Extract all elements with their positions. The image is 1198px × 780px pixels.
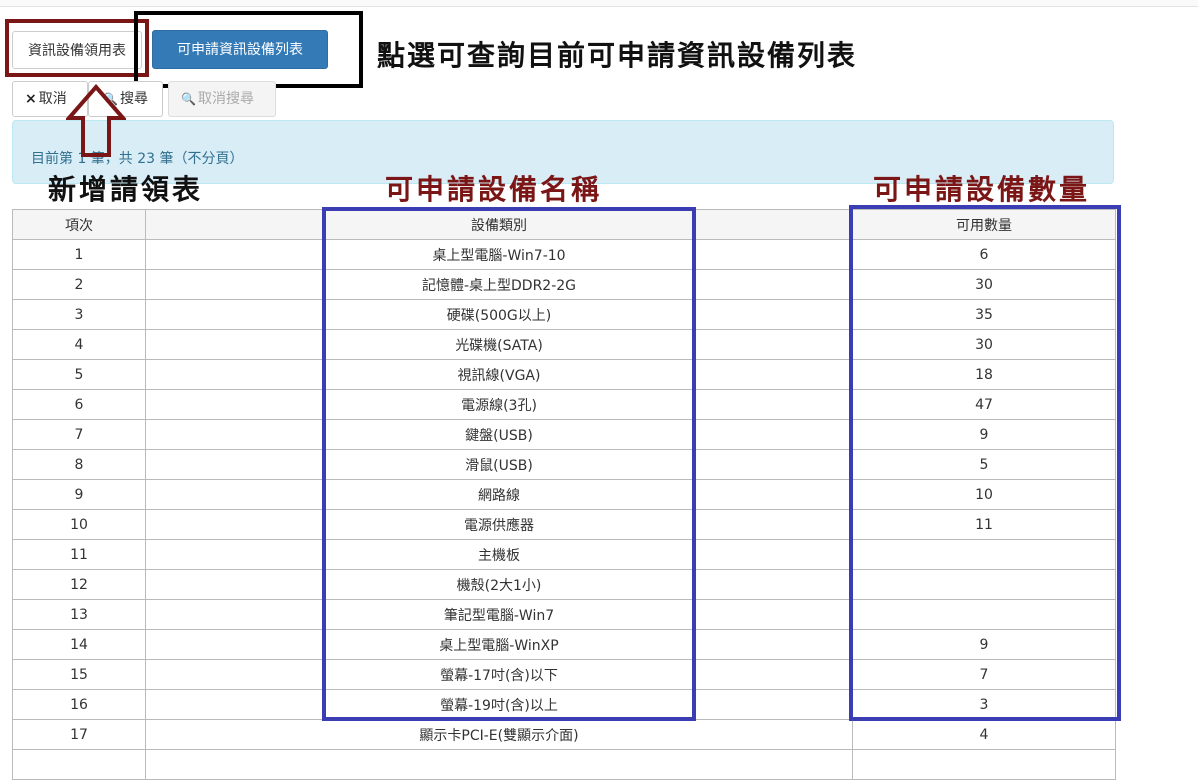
arrow-up-icon xyxy=(66,84,126,157)
available-qty: 10 xyxy=(852,479,1116,510)
column-header-available-qty[interactable]: 可用數量 xyxy=(852,209,1116,240)
table-row[interactable]: 7 鍵盤(USB) 9 xyxy=(12,419,1116,450)
row-number: 6 xyxy=(12,389,146,420)
equipment-name xyxy=(145,749,853,780)
table-row[interactable]: 11 主機板 xyxy=(12,539,1116,570)
paging-info-text: 目前第 1 筆，共 23 筆（不分頁） xyxy=(31,151,244,167)
available-qty: 30 xyxy=(852,329,1116,360)
row-number: 3 xyxy=(12,299,146,330)
top-border xyxy=(0,0,1198,7)
table-row[interactable]: 13 筆記型電腦-Win7 xyxy=(12,599,1116,630)
equipment-name: 記憶體-桌上型DDR2-2G xyxy=(145,269,853,300)
table-row[interactable]: 4 光碟機(SATA) 30 xyxy=(12,329,1116,360)
row-number: 14 xyxy=(12,629,146,660)
available-qty: 7 xyxy=(852,659,1116,690)
close-icon: × xyxy=(25,91,37,107)
row-number: 15 xyxy=(12,659,146,690)
equipment-name: 鍵盤(USB) xyxy=(145,419,853,450)
available-qty: 6 xyxy=(852,239,1116,270)
clear-search-label: 取消搜尋 xyxy=(197,91,254,107)
equipment-name: 顯示卡PCI-E(雙顯示介面) xyxy=(145,719,853,750)
table-row[interactable]: 3 硬碟(500G以上) 35 xyxy=(12,299,1116,330)
row-number: 8 xyxy=(12,449,146,480)
row-number: 5 xyxy=(12,359,146,390)
available-qty: 30 xyxy=(852,269,1116,300)
quantity-column-annotation: 可申請設備數量 xyxy=(873,173,1091,206)
available-qty xyxy=(852,569,1116,600)
available-qty: 9 xyxy=(852,629,1116,660)
table-row[interactable]: 17 顯示卡PCI-E(雙顯示介面) 4 xyxy=(12,719,1116,750)
row-number: 12 xyxy=(12,569,146,600)
row-number: 9 xyxy=(12,479,146,510)
table-row[interactable]: 10 電源供應器 11 xyxy=(12,509,1116,540)
column-header-no[interactable]: 項次 xyxy=(12,209,146,240)
equipment-name: 螢幕-19吋(含)以上 xyxy=(145,689,853,720)
apply-form-highlight-box xyxy=(5,19,149,77)
row-number: 1 xyxy=(12,239,146,270)
row-number: 11 xyxy=(12,539,146,570)
row-number: 13 xyxy=(12,599,146,630)
available-qty: 3 xyxy=(852,689,1116,720)
available-qty xyxy=(852,599,1116,630)
table-row[interactable]: 6 電源線(3孔) 47 xyxy=(12,389,1116,420)
table-header-row: 項次 設備類別 可用數量 xyxy=(12,209,1116,240)
table-row[interactable]: 8 滑鼠(USB) 5 xyxy=(12,449,1116,480)
table-row[interactable]: 15 螢幕-17吋(含)以下 7 xyxy=(12,659,1116,690)
row-number: 17 xyxy=(12,719,146,750)
equipment-name: 螢幕-17吋(含)以下 xyxy=(145,659,853,690)
row-number: 4 xyxy=(12,329,146,360)
equipment-name: 硬碟(500G以上) xyxy=(145,299,853,330)
available-qty: 9 xyxy=(852,419,1116,450)
table-row[interactable]: 1 桌上型電腦-Win7-10 6 xyxy=(12,239,1116,270)
available-qty xyxy=(852,539,1116,570)
row-number: 7 xyxy=(12,419,146,450)
new-form-annotation: 新增請領表 xyxy=(48,173,204,206)
equipment-table: 項次 設備類別 可用數量 1 桌上型電腦-Win7-10 6 2 記憶體-桌上型DDR… xyxy=(12,209,1116,780)
equipment-name: 電源線(3孔) xyxy=(145,389,853,420)
table-row[interactable]: 2 記憶體-桌上型DDR2-2G 30 xyxy=(12,269,1116,300)
table-row[interactable]: 16 螢幕-19吋(含)以上 3 xyxy=(12,689,1116,720)
clear-search-button[interactable]: 🔍 取消搜尋 xyxy=(168,81,276,117)
available-qty: 5 xyxy=(852,449,1116,480)
equipment-name: 主機板 xyxy=(145,539,853,570)
column-header-category[interactable]: 設備類別 xyxy=(145,209,853,240)
table-row[interactable]: 5 視訊線(VGA) 18 xyxy=(12,359,1116,390)
equipment-name: 桌上型電腦-Win7-10 xyxy=(145,239,853,270)
table-row[interactable]: 14 桌上型電腦-WinXP 9 xyxy=(12,629,1116,660)
table-row[interactable]: 9 網路線 10 xyxy=(12,479,1116,510)
available-qty: 11 xyxy=(852,509,1116,540)
equipment-name: 桌上型電腦-WinXP xyxy=(145,629,853,660)
equipment-name: 電源供應器 xyxy=(145,509,853,540)
equipment-name: 機殼(2大1小) xyxy=(145,569,853,600)
available-qty: 47 xyxy=(852,389,1116,420)
available-qty: 35 xyxy=(852,299,1116,330)
row-number xyxy=(12,749,146,780)
row-number: 2 xyxy=(12,269,146,300)
table-row[interactable]: 12 機殼(2大1小) xyxy=(12,569,1116,600)
table-row[interactable] xyxy=(12,749,1116,780)
equipment-name: 筆記型電腦-Win7 xyxy=(145,599,853,630)
available-qty: 4 xyxy=(852,719,1116,750)
available-qty: 18 xyxy=(852,359,1116,390)
equipment-name: 視訊線(VGA) xyxy=(145,359,853,390)
equipment-name: 網路線 xyxy=(145,479,853,510)
row-number: 16 xyxy=(12,689,146,720)
available-qty xyxy=(852,749,1116,780)
search-clear-icon: 🔍 xyxy=(181,92,196,106)
list-button-highlight-box xyxy=(134,11,363,88)
cancel-label: 取消 xyxy=(38,91,67,107)
top-annotation: 點選可查詢目前可申請資訊設備列表 xyxy=(377,39,858,72)
name-column-annotation: 可申請設備名稱 xyxy=(385,173,603,206)
row-number: 10 xyxy=(12,509,146,540)
equipment-name: 光碟機(SATA) xyxy=(145,329,853,360)
equipment-name: 滑鼠(USB) xyxy=(145,449,853,480)
